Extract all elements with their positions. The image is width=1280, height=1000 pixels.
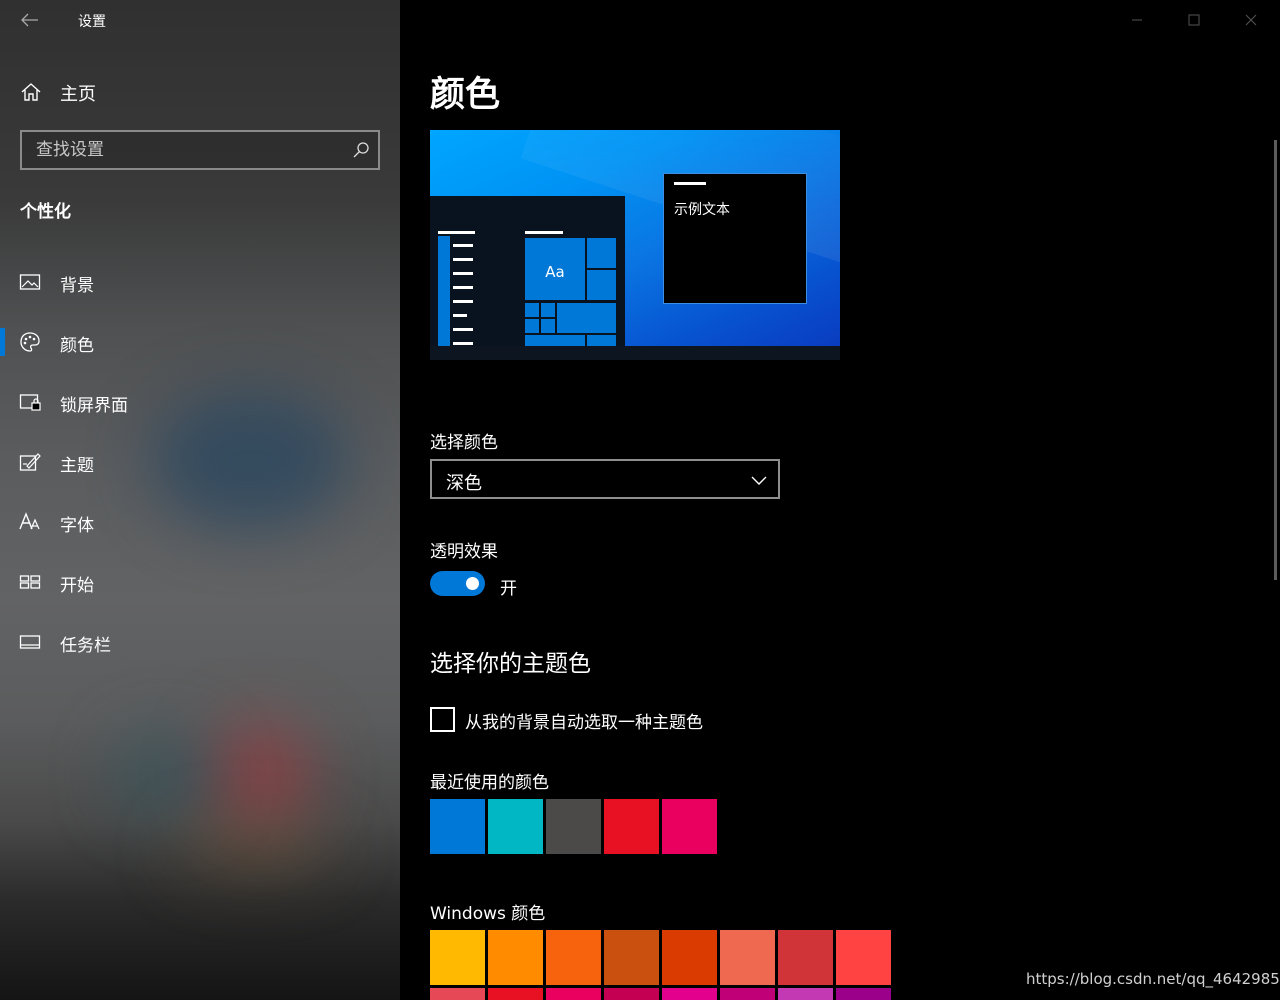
search-icon[interactable]	[352, 141, 370, 159]
sidebar-item-label: 任务栏	[60, 636, 111, 656]
color-swatch[interactable]	[778, 930, 833, 985]
windows-colors-label: Windows 颜色	[430, 904, 546, 924]
color-preview: Aa 示例文本	[430, 130, 840, 360]
sidebar-item-themes[interactable]: 主题	[0, 440, 400, 484]
windows-colors-row	[430, 930, 891, 985]
palette-icon	[20, 332, 40, 352]
page-title: 颜色	[430, 75, 501, 115]
color-swatch[interactable]	[662, 930, 717, 985]
color-swatch[interactable]	[604, 930, 659, 985]
minimize-button[interactable]	[1114, 0, 1160, 40]
sidebar: 设置 主页 个性化 背景 颜色	[0, 0, 400, 1000]
windows-colors-row	[430, 988, 891, 1000]
color-swatch[interactable]	[836, 988, 891, 1000]
background-blur	[110, 730, 220, 820]
color-swatch[interactable]	[720, 988, 775, 1000]
theme-brush-icon	[19, 453, 41, 471]
chevron-down-icon	[751, 476, 767, 485]
sidebar-item-label: 背景	[60, 276, 94, 296]
toggle-state-text: 开	[500, 579, 517, 599]
sidebar-item-home[interactable]: 主页	[0, 74, 400, 110]
color-swatch[interactable]	[488, 799, 543, 854]
color-swatch[interactable]	[546, 988, 601, 1000]
scrollbar[interactable]	[1274, 140, 1277, 580]
recent-colors-label: 最近使用的颜色	[430, 773, 549, 793]
color-swatch[interactable]	[488, 988, 543, 1000]
color-swatch[interactable]	[662, 799, 717, 854]
dropdown-value: 深色	[446, 473, 482, 494]
sidebar-item-label: 主页	[60, 84, 96, 105]
color-swatch[interactable]	[430, 799, 485, 854]
sidebar-item-fonts[interactable]: 字体	[0, 500, 400, 544]
color-swatch[interactable]	[778, 988, 833, 1000]
watermark: https://blog.csdn.net/qq_46429858	[1026, 970, 1280, 988]
maximize-icon	[1188, 14, 1200, 26]
sidebar-item-lock-screen[interactable]: 锁屏界面	[0, 380, 400, 424]
choose-color-label: 选择颜色	[430, 433, 498, 453]
selection-indicator	[0, 328, 5, 356]
picture-icon	[19, 274, 41, 290]
color-swatch[interactable]	[604, 799, 659, 854]
color-swatch[interactable]	[546, 930, 601, 985]
back-arrow-icon	[21, 13, 38, 27]
sidebar-item-label: 颜色	[60, 336, 94, 356]
accent-section-title: 选择你的主题色	[430, 651, 591, 677]
sidebar-item-label: 锁屏界面	[60, 396, 128, 416]
minimize-icon	[1132, 19, 1142, 21]
background-blur	[170, 820, 340, 880]
transparency-label: 透明效果	[430, 542, 498, 562]
transparency-toggle[interactable]	[430, 571, 485, 596]
sidebar-item-colors[interactable]: 颜色	[0, 320, 400, 364]
home-icon	[21, 83, 41, 101]
color-mode-dropdown[interactable]: 深色	[430, 459, 780, 499]
preview-sample-text: 示例文本	[674, 202, 730, 218]
lock-screen-icon	[19, 394, 41, 411]
color-swatch[interactable]	[430, 988, 485, 1000]
preview-tile-text: Aa	[545, 263, 565, 281]
search-input[interactable]	[22, 132, 342, 168]
start-icon	[19, 575, 41, 589]
color-swatch[interactable]	[720, 930, 775, 985]
color-swatch[interactable]	[488, 930, 543, 985]
sidebar-item-taskbar[interactable]: 任务栏	[0, 620, 400, 664]
color-swatch[interactable]	[546, 799, 601, 854]
close-icon	[1245, 14, 1257, 26]
back-button[interactable]	[12, 6, 48, 34]
preview-window: 示例文本	[663, 173, 807, 304]
color-swatch[interactable]	[662, 988, 717, 1000]
background-blur	[205, 720, 315, 830]
color-swatch[interactable]	[604, 988, 659, 1000]
toggle-knob	[466, 577, 479, 590]
search-box	[20, 130, 380, 170]
auto-accent-checkbox[interactable]	[430, 707, 455, 732]
sidebar-item-background[interactable]: 背景	[0, 260, 400, 304]
app-title: 设置	[78, 14, 106, 30]
sidebar-item-start[interactable]: 开始	[0, 560, 400, 604]
color-swatch[interactable]	[430, 930, 485, 985]
maximize-button[interactable]	[1171, 0, 1217, 40]
section-title: 个性化	[20, 202, 71, 222]
font-icon	[19, 512, 40, 530]
auto-accent-label[interactable]: 从我的背景自动选取一种主题色	[465, 708, 703, 733]
taskbar-icon	[19, 635, 41, 649]
preview-taskbar	[430, 346, 840, 360]
recent-colors-row	[430, 799, 717, 854]
sidebar-item-label: 开始	[60, 576, 94, 596]
sidebar-item-label: 主题	[60, 456, 94, 476]
color-swatch[interactable]	[836, 930, 891, 985]
close-button[interactable]	[1228, 0, 1274, 40]
sidebar-item-label: 字体	[60, 516, 94, 536]
